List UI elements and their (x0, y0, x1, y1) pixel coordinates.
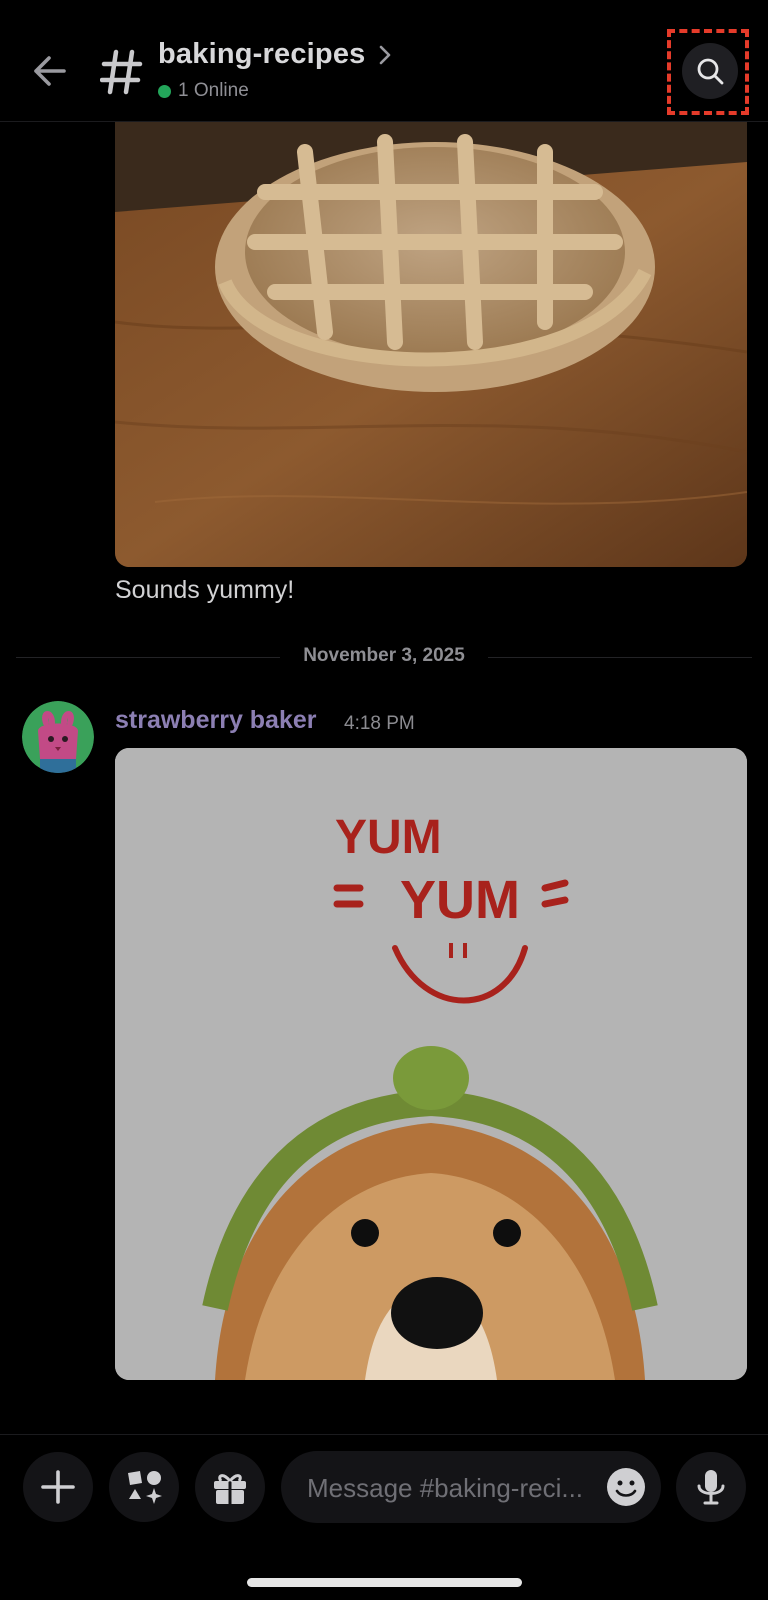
gift-button[interactable] (195, 1452, 265, 1522)
voice-button[interactable] (676, 1452, 746, 1522)
microphone-icon (697, 1470, 725, 1505)
message-timestamp: 4:18 PM (344, 713, 415, 734)
back-button[interactable] (26, 48, 72, 94)
online-status: 1 Online (158, 80, 249, 102)
chevron-right-icon (379, 45, 390, 64)
message-text: Sounds yummy! (115, 576, 295, 604)
message-composer (0, 1434, 768, 1600)
message-list[interactable]: Sounds yummy! November 3, 2025 strawberr… (0, 122, 768, 1434)
add-button[interactable] (23, 1452, 93, 1522)
online-dot (158, 84, 171, 98)
channel-name: baking-recipes (158, 38, 366, 70)
gif-text-2: YUM (400, 870, 520, 930)
plus-icon (41, 1470, 75, 1504)
date-divider: November 3, 2025 (16, 645, 752, 666)
emoji-icon[interactable] (605, 1466, 647, 1508)
pie-image[interactable] (115, 122, 747, 567)
home-indicator (247, 1578, 522, 1587)
gift-icon (214, 1474, 246, 1504)
date-label: November 3, 2025 (303, 645, 465, 666)
search-button[interactable] (682, 43, 738, 99)
author-name[interactable]: strawberry baker (115, 706, 317, 735)
search-icon (697, 58, 724, 85)
channel-title[interactable]: baking-recipes (158, 38, 392, 71)
back-arrow-icon (34, 56, 66, 86)
apps-icon (128, 1471, 162, 1504)
apps-button[interactable] (109, 1452, 179, 1522)
message-input-container[interactable] (281, 1451, 661, 1525)
message-input[interactable] (305, 1451, 599, 1525)
online-count: 1 Online (178, 80, 249, 101)
gif-image[interactable]: YUM YUM (115, 748, 747, 1380)
gif-text-1: YUM (335, 811, 442, 864)
channel-header: baking-recipes 1 Online (0, 0, 768, 122)
avatar[interactable] (22, 701, 94, 773)
hash-icon (100, 49, 143, 95)
